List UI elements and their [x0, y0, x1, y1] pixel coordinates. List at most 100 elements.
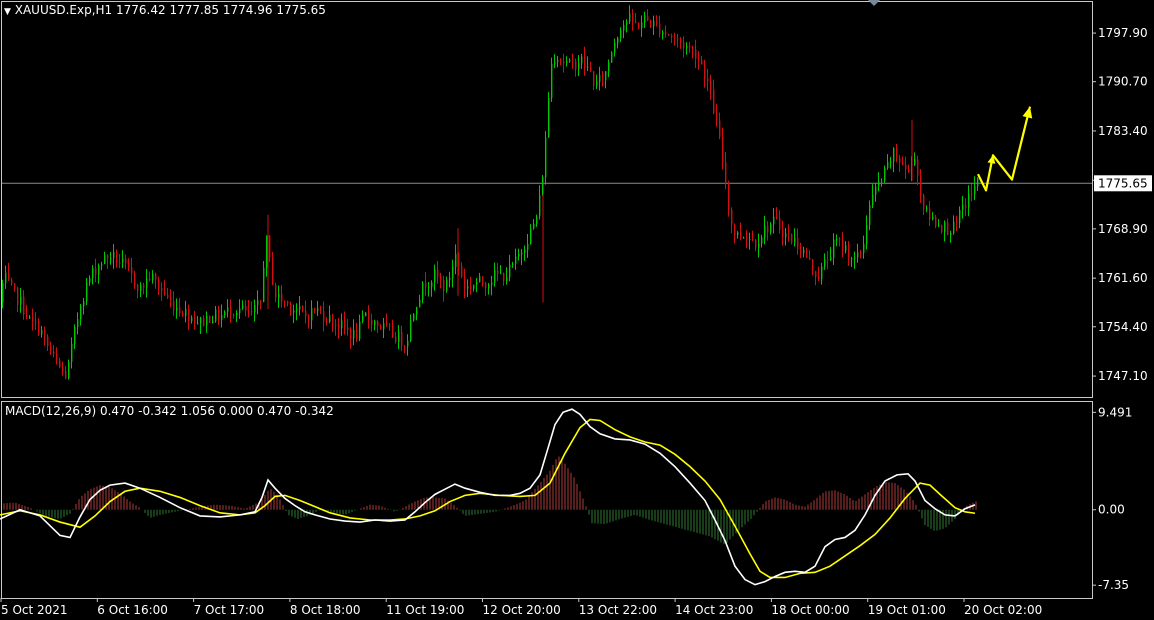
candle-body — [323, 311, 325, 322]
candle-body — [500, 272, 502, 274]
candle-body — [407, 340, 409, 347]
candle-body — [386, 323, 388, 326]
candle-body — [497, 270, 499, 274]
candle-body — [914, 159, 916, 165]
candle-body — [32, 316, 34, 322]
candle-body — [875, 186, 877, 195]
candle-body — [128, 263, 130, 268]
candle-body — [122, 258, 124, 263]
candle-body — [200, 317, 202, 324]
candle-body — [281, 293, 283, 302]
candle-body — [14, 283, 16, 288]
candle-body — [563, 61, 565, 64]
candle-body — [602, 75, 604, 81]
candle-body — [632, 13, 634, 22]
candle-body — [887, 161, 889, 169]
candle-body — [674, 37, 676, 39]
candle-body — [158, 279, 160, 289]
candle-body — [581, 56, 583, 64]
candle-body — [206, 316, 208, 326]
candle-body — [587, 66, 589, 68]
candle-body — [746, 237, 748, 241]
candle-body — [317, 308, 319, 312]
candle-body — [296, 309, 298, 311]
candle-body — [137, 285, 139, 292]
price-tick-label: 1761.60 — [1098, 271, 1148, 285]
candle-body — [959, 209, 961, 223]
candle-body — [320, 308, 322, 312]
price-tick-label: 1790.70 — [1098, 75, 1148, 89]
candle-body — [338, 325, 340, 329]
candle-body — [920, 175, 922, 196]
candle-body — [506, 277, 508, 282]
candle-body — [815, 271, 817, 277]
candle-body — [212, 321, 214, 323]
candle-body — [62, 367, 64, 372]
candle-body — [530, 228, 532, 245]
candle-body — [791, 234, 793, 243]
candle-body — [464, 276, 466, 289]
candle-body — [962, 205, 964, 210]
candle-body — [191, 317, 193, 322]
candle-body — [155, 273, 157, 280]
menu-triangle-icon[interactable]: ▼ — [4, 7, 11, 17]
candle-body — [785, 233, 787, 238]
candle-body — [401, 332, 403, 347]
candle-body — [224, 311, 226, 316]
candle-body — [512, 263, 514, 265]
macd-tick-label: 9.491 — [1098, 405, 1132, 419]
candle-body — [416, 307, 418, 315]
candle-body — [26, 314, 28, 319]
candle-body — [794, 238, 796, 243]
candle-body — [593, 71, 595, 86]
candle-body — [485, 283, 487, 289]
candle-body — [869, 205, 871, 226]
symbol-ohlc-text: XAUUSD.Exp,H1 1776.42 1777.85 1774.96 17… — [14, 3, 326, 17]
macd-tick-label: 0.00 — [1098, 503, 1125, 517]
candle-body — [926, 208, 928, 210]
candle-body — [335, 324, 337, 326]
candle-body — [260, 300, 262, 302]
candle-body — [842, 239, 844, 251]
candle-body — [800, 249, 802, 253]
candle-body — [575, 61, 577, 70]
candle-body — [974, 186, 976, 195]
candle-body — [638, 22, 640, 29]
trading-chart[interactable]: 1797.901790.701783.401776.101768.901761.… — [0, 0, 1154, 620]
candle-body — [161, 288, 163, 291]
candle-body — [653, 20, 655, 27]
candle-body — [20, 296, 22, 305]
candle-body — [443, 279, 445, 292]
time-tick-label: 18 Oct 00:00 — [771, 603, 849, 617]
candle-body — [578, 63, 580, 70]
candle-body — [287, 301, 289, 304]
candle-body — [176, 307, 178, 311]
candle-body — [830, 257, 832, 260]
candle-body — [167, 295, 169, 298]
candle-body — [389, 325, 391, 327]
candle-body — [950, 233, 952, 235]
candle-body — [332, 315, 334, 325]
time-tick-label: 8 Oct 18:00 — [290, 603, 361, 617]
candle-body — [848, 245, 850, 259]
candle-body — [353, 329, 355, 339]
candle-body — [659, 23, 661, 35]
candle-body — [722, 136, 724, 163]
candle-body — [53, 351, 55, 354]
candle-body — [56, 353, 58, 361]
candle-body — [758, 243, 760, 248]
time-tick-label: 20 Oct 02:00 — [964, 603, 1042, 617]
candle-body — [254, 304, 256, 313]
candle-body — [272, 257, 274, 285]
candle-body — [665, 32, 667, 34]
candle-body — [611, 52, 613, 63]
candle-body — [185, 309, 187, 317]
candle-body — [878, 181, 880, 187]
candle-body — [41, 330, 43, 335]
candle-body — [365, 312, 367, 316]
candle-body — [305, 310, 307, 317]
candle-body — [656, 20, 658, 24]
candle-body — [677, 38, 679, 40]
time-tick-label: 7 Oct 17:00 — [194, 603, 265, 617]
candle-body — [257, 300, 259, 305]
